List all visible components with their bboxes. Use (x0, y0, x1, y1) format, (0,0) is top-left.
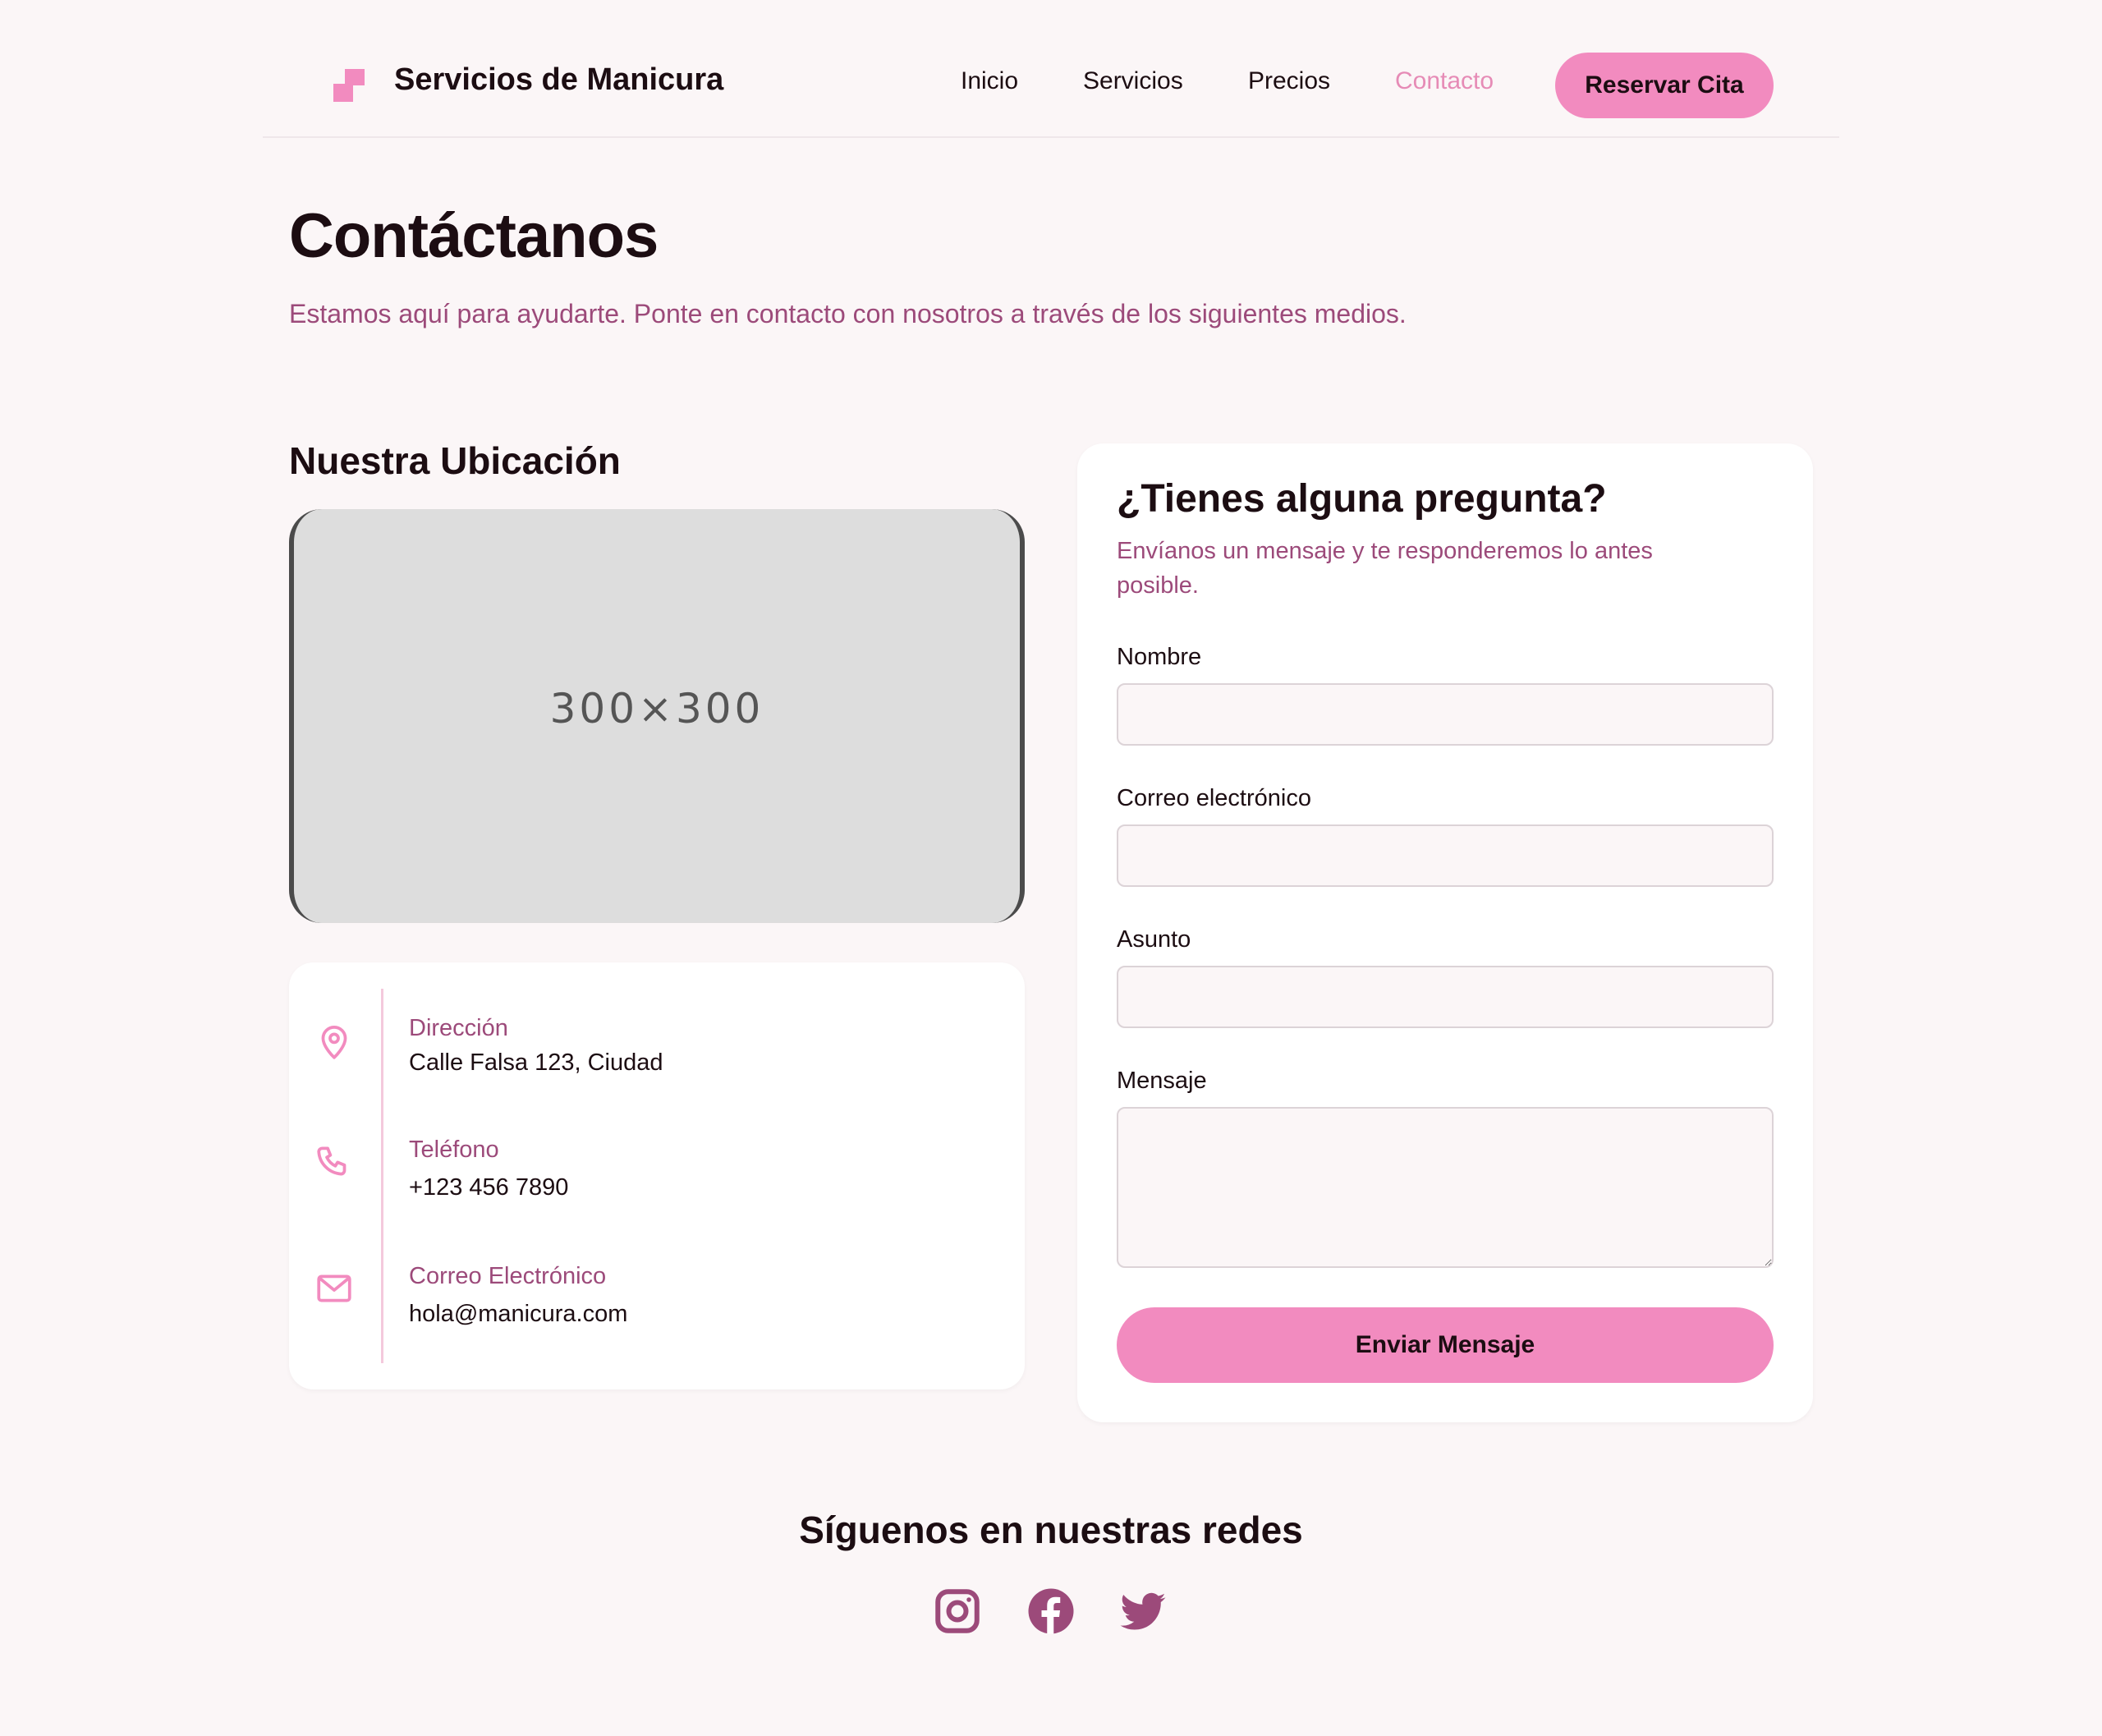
mail-icon (317, 1274, 351, 1302)
twitter-icon (1120, 1592, 1166, 1630)
page: Servicios de Manicura Inicio Servicios P… (0, 0, 2102, 1736)
subject-input[interactable] (1117, 966, 1774, 1028)
brand-name[interactable]: Servicios de Manicura (394, 62, 723, 98)
email-label: Correo Electrónico (409, 1263, 607, 1289)
instagram-icon (935, 1589, 980, 1633)
send-message-button[interactable]: Enviar Mensaje (1117, 1307, 1774, 1383)
phone-label: Teléfono (409, 1137, 499, 1163)
address-label: Dirección (409, 1015, 508, 1041)
info-divider (381, 989, 383, 1363)
book-appointment-button[interactable]: Reservar Cita (1555, 53, 1774, 118)
address-value: Calle Falsa 123, Ciudad (409, 1049, 663, 1076)
contact-info-card: Dirección Calle Falsa 123, Ciudad Teléfo… (289, 962, 1025, 1389)
social-heading: Síguenos en nuestras redes (799, 1509, 1303, 1551)
nav-item-servicios[interactable]: Servicios (1083, 67, 1183, 95)
email-value[interactable]: hola@manicura.com (409, 1301, 627, 1328)
map-placeholder: 300×300 (289, 509, 1025, 923)
contact-form: ¿Tienes alguna pregunta? Envíanos un men… (1077, 443, 1813, 1422)
map-pin-icon (321, 1026, 347, 1059)
phone-value[interactable]: +123 456 7890 (409, 1174, 568, 1201)
form-subtitle: Envíanos un mensaje y te responderemos l… (1117, 538, 1653, 599)
nav-item-contacto[interactable]: Contacto (1395, 67, 1494, 95)
facebook-icon (1028, 1588, 1074, 1634)
page-title: Contáctanos (289, 201, 659, 271)
name-field-label: Nombre (1117, 644, 1202, 670)
site-header: Servicios de Manicura Inicio Servicios P… (263, 0, 1839, 138)
message-field-label: Mensaje (1117, 1068, 1207, 1094)
map-placeholder-label: 300×300 (549, 685, 764, 733)
message-textarea[interactable] (1117, 1107, 1774, 1268)
email-field-label: Correo electrónico (1117, 785, 1311, 811)
email-input[interactable] (1117, 824, 1774, 887)
subject-field-label: Asunto (1117, 926, 1191, 953)
page-subtitle: Estamos aquí para ayudarte. Ponte en con… (289, 299, 1407, 328)
logo-icon (333, 69, 365, 102)
phone-icon (317, 1146, 347, 1176)
nav-item-inicio[interactable]: Inicio (961, 67, 1018, 95)
location-heading: Nuestra Ubicación (289, 439, 621, 482)
nav-item-precios[interactable]: Precios (1248, 67, 1330, 95)
name-input[interactable] (1117, 683, 1774, 746)
form-title: ¿Tienes alguna pregunta? (1117, 477, 1607, 521)
